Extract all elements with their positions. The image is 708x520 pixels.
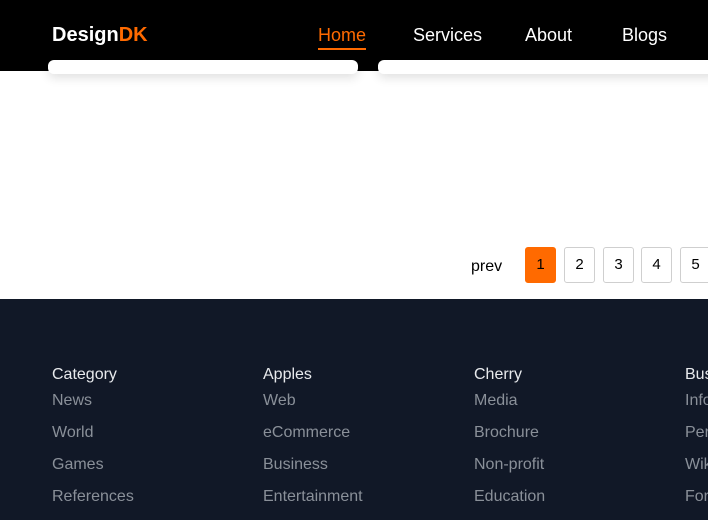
pagination-prev-button[interactable]: prev <box>471 258 502 276</box>
pagination-page-5[interactable]: 5 <box>680 247 708 283</box>
footer-link[interactable]: Info <box>685 392 708 413</box>
footer-link[interactable]: Per <box>685 424 708 445</box>
logo[interactable]: DesignDK <box>52 24 148 47</box>
footer-column-apples: Apples Web eCommerce Business Entertainm… <box>263 366 363 520</box>
footer-link[interactable]: Non-profit <box>474 456 545 477</box>
footer-link[interactable]: Brochure <box>474 424 545 445</box>
footer-column-bus: Bus Info Per Wik For <box>685 366 708 520</box>
pagination-page-3[interactable]: 3 <box>603 247 634 283</box>
nav-home[interactable]: Home <box>318 25 367 50</box>
footer-link[interactable]: References <box>52 488 134 509</box>
footer-column-title: Category <box>52 366 117 383</box>
pagination-page-1[interactable]: 1 <box>525 247 556 283</box>
pagination-page-4[interactable]: 4 <box>641 247 672 283</box>
footer-column-category: Category News World Games References <box>52 366 134 520</box>
footer-link[interactable]: eCommerce <box>263 424 363 445</box>
footer-link[interactable]: Wik <box>685 456 708 477</box>
footer-column-cherry: Cherry Media Brochure Non-profit Educati… <box>474 366 545 520</box>
nav-blogs[interactable]: Blogs <box>622 25 667 46</box>
footer-column-title: Cherry <box>474 366 523 383</box>
footer-link[interactable]: World <box>52 424 134 445</box>
footer-link[interactable]: For <box>685 488 708 509</box>
nav-services[interactable]: Services <box>413 25 482 46</box>
content-card-right <box>378 60 708 74</box>
logo-main-text: Design <box>52 24 119 46</box>
footer-column-title: Bus <box>685 366 708 383</box>
footer-link[interactable]: Entertainment <box>263 488 363 509</box>
footer-link[interactable]: Business <box>263 456 363 477</box>
content-card-left <box>48 60 358 74</box>
footer-link[interactable]: Web <box>263 392 363 413</box>
footer-link[interactable]: Media <box>474 392 545 413</box>
logo-accent-text: DK <box>118 24 148 46</box>
footer-link[interactable]: Games <box>52 456 134 477</box>
footer-link[interactable]: News <box>52 392 134 413</box>
nav-about[interactable]: About <box>525 25 572 46</box>
pagination-page-2[interactable]: 2 <box>564 247 595 283</box>
footer-column-title: Apples <box>263 366 312 383</box>
site-footer: Category News World Games References App… <box>0 299 708 520</box>
footer-link[interactable]: Education <box>474 488 545 509</box>
